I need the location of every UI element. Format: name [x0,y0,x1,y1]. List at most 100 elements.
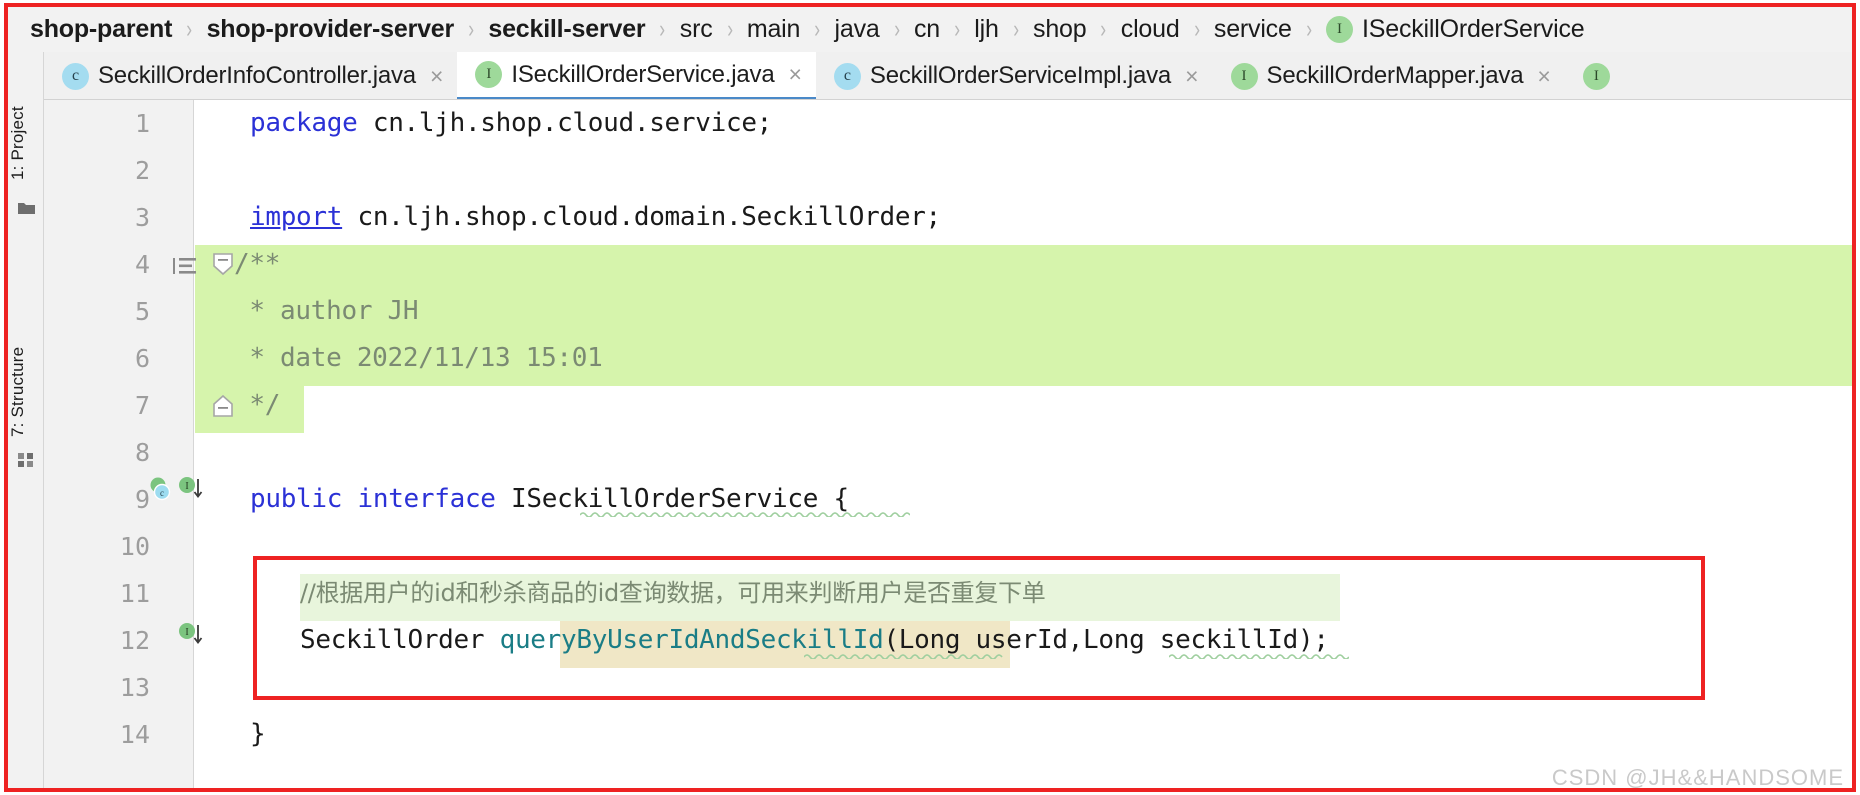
class-icon: c [833,62,861,90]
breadcrumb-separator: › [186,15,193,43]
line-number: 1 [134,109,150,138]
breadcrumb-separator: › [893,15,900,43]
close-icon[interactable]: × [430,64,443,88]
import-path: cn.ljh.shop.cloud.domain.SeckillOrder; [342,202,941,232]
structure-tool-label: 7: Structure [8,346,27,437]
breadcrumb-item-seckill-server[interactable]: seckill-server [488,15,645,44]
interface-icon: I [475,61,503,88]
keyword-package: package [250,108,358,138]
breadcrumb-separator: › [1193,15,1200,43]
breadcrumb-item-src[interactable]: src [680,15,713,44]
breadcrumb-item-main[interactable]: main [746,15,801,44]
line-number: 8 [134,438,150,467]
editor-tab-seckillorderserviceimpl[interactable]: c SeckillOrderServiceImpl.java × [815,52,1213,99]
brace-close: } [250,719,266,749]
breadcrumb-item-java[interactable]: java [835,15,880,44]
line-number: 10 [119,532,150,561]
chinese-comment: //根据用户的id和秒杀商品的id查询数据，可用来判断用户是否重复下单 [300,579,1046,607]
code-line-3[interactable]: import cn.ljh.shop.cloud.domain.SeckillO… [250,194,941,241]
code-line-8[interactable]: */ [234,382,280,429]
structure-icon [17,452,36,468]
close-icon[interactable]: × [1185,64,1198,88]
class-icon: c [62,62,89,90]
line-number: 13 [119,673,150,702]
javadoc-author: * author JH [234,296,419,326]
editor-tab-iseckillorderservice[interactable]: I ISeckillOrderService.java × [457,52,816,99]
editor-tab-overflow[interactable]: I [1564,52,1633,99]
breadcrumb-item-service[interactable]: service [1214,15,1292,44]
breadcrumb-separator: › [1012,15,1019,43]
code-line-5[interactable]: /** [234,241,280,288]
return-type: SeckillOrder [300,625,500,655]
editor-tab-label: SeckillOrderServiceImpl.java [869,62,1172,89]
csdn-watermark: CSDN @JH&&HANDSOME [1551,765,1844,790]
javadoc-date: * date 2022/11/13 15:01 [234,343,603,373]
project-tool-label: 1: Project [8,106,27,180]
line-number: 12 [119,626,150,655]
breadcrumb-separator: › [1305,15,1312,43]
editor-tab-bar[interactable]: c SeckillOrderInfoController.java × I ISecki… [44,52,1852,100]
editor-tab-label: SeckillOrderInfoController.java [98,62,416,89]
breadcrumb-label: java [834,15,880,43]
breadcrumb-label: seckill-server [488,15,646,43]
typo-squiggle-interface [579,504,911,518]
editor-line: 7 [44,382,1852,429]
line-number: 6 [134,344,150,373]
breadcrumb-item-cn[interactable]: cn [914,15,940,44]
breadcrumb-separator: › [1100,15,1107,43]
code-line-7[interactable]: * date 2022/11/13 15:01 [234,335,602,382]
breadcrumb-label: shop-provider-server [206,15,455,43]
keyword-import: import [250,202,343,232]
code-line-11[interactable]: //根据用户的id和秒杀商品的id查询数据，可用来判断用户是否重复下单 [300,570,1046,617]
line-number: 2 [134,156,150,185]
breadcrumb-item-shop-provider-server[interactable]: shop-provider-server [206,15,455,44]
line-number: 3 [134,203,150,232]
breadcrumb-label: src [679,15,713,43]
line-number: 11 [119,579,150,608]
code-line-1[interactable]: package cn.ljh.shop.cloud.service; [250,100,772,147]
breadcrumb-label: cn [913,15,940,43]
editor-line: 14 [44,711,1852,758]
code-editor[interactable]: c I I 1 2 3 4 5 6 7 8 9 10 11 12 13 14 p… [44,100,1852,792]
editor-tab-label: SeckillOrderMapper.java [1266,62,1524,89]
breadcrumb-label: shop-parent [30,15,173,43]
breadcrumb-label: ljh [974,15,999,43]
interface-icon: I [1230,62,1258,90]
breadcrumb-label: service [1213,15,1292,43]
breadcrumb-item-shop-parent[interactable]: shop-parent [30,15,172,44]
breadcrumb-label: main [746,15,801,43]
close-icon[interactable]: × [788,63,801,86]
breadcrumb-label: ISeckillOrderService [1362,15,1585,43]
breadcrumb[interactable]: shop-parent › shop-provider-server › seckill… [8,7,1852,52]
interface-icon: I [1326,16,1354,43]
breadcrumb-item-ljh[interactable]: ljh [974,15,999,44]
sidebar-item-project[interactable]: 1: Project [8,60,44,180]
editor-tab-seckillordermapper[interactable]: I SeckillOrderMapper.java × [1212,52,1565,99]
breadcrumb-separator: › [659,15,666,43]
keyword-interface: interface [357,484,496,514]
line-number: 9 [134,485,150,514]
code-line-14[interactable]: } [250,711,266,758]
breadcrumb-separator: › [954,15,961,43]
sidebar-item-structure[interactable]: 7: Structure [8,302,44,437]
breadcrumb-label: shop [1033,15,1087,43]
typo-squiggle-method [803,646,1004,660]
line-number: 14 [119,720,150,749]
breadcrumb-item-iseckillorderservice[interactable]: I ISeckillOrderService [1326,15,1585,44]
breadcrumb-item-shop[interactable]: shop [1033,15,1087,44]
editor-line: 10 [44,523,1852,570]
ide-window: shop-parent › shop-provider-server › seckill… [0,0,1860,795]
interface-icon: I [1582,62,1610,90]
editor-line: 2 [44,147,1852,194]
left-tool-strip: 1: Project 7: Structure [8,52,44,792]
breadcrumb-label: cloud [1120,15,1180,43]
editor-tab-label: ISeckillOrderService.java [511,60,775,88]
editor-tab-seckillorderinfocontroller[interactable]: c SeckillOrderInfoController.java × [44,52,458,99]
code-line-6[interactable]: * author JH [234,288,418,335]
breadcrumb-item-cloud[interactable]: cloud [1121,15,1180,44]
breadcrumb-separator: › [814,15,821,43]
breadcrumb-separator: › [726,15,733,43]
close-icon[interactable]: × [1537,64,1550,88]
typo-squiggle-param [1168,646,1350,660]
breadcrumb-separator: › [468,15,475,43]
